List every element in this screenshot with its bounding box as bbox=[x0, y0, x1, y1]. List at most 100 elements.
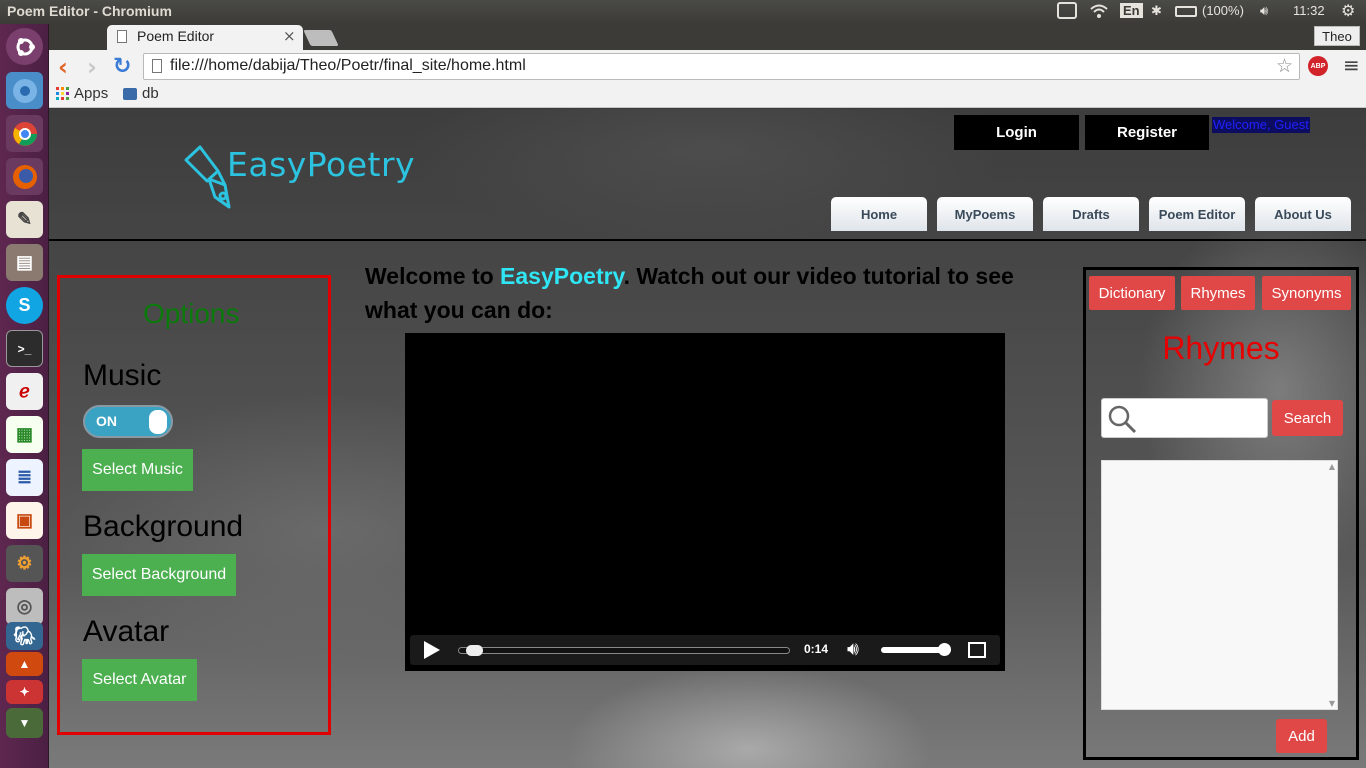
music-heading: Music bbox=[83, 359, 162, 392]
browser-tab-active[interactable]: Poem Editor × bbox=[107, 25, 303, 50]
app-icon-3[interactable]: ▼ bbox=[6, 708, 43, 738]
pen-nib-icon bbox=[184, 145, 231, 209]
reload-icon[interactable]: ↻ bbox=[113, 54, 131, 79]
unity-launcher: ✎ ▤ S >_ ℯ ▦ ≣ ▣ ⚙ ◎ 🐘︎ ▲ ✦ ▼ bbox=[0, 24, 49, 768]
tab-title: Poem Editor bbox=[137, 28, 215, 44]
tutorial-video[interactable]: 0:14 🔊︎ bbox=[405, 333, 1005, 671]
fullscreen-icon[interactable] bbox=[968, 642, 986, 658]
seek-bar[interactable] bbox=[458, 645, 790, 656]
address-bar[interactable]: file:///home/dabija/Theo/Poetr/final_sit… bbox=[143, 53, 1300, 80]
settings-icon[interactable]: ⚙ bbox=[6, 545, 43, 582]
intro-text-before: Welcome to bbox=[365, 263, 501, 289]
terminal-icon[interactable]: >_ bbox=[6, 330, 43, 367]
options-panel: Options Music ON Select Music Background… bbox=[57, 275, 331, 735]
toggle-knob bbox=[149, 410, 167, 434]
welcome-user-link[interactable]: Welcome, Guest bbox=[1212, 117, 1310, 133]
adblock-icon[interactable]: ABP bbox=[1308, 56, 1328, 76]
select-background-button[interactable]: Select Background bbox=[82, 554, 236, 596]
firefox-icon[interactable] bbox=[6, 158, 43, 195]
site-logo[interactable]: EasyPoetry bbox=[183, 141, 415, 216]
impress-icon[interactable]: ▣ bbox=[6, 502, 43, 539]
files-icon[interactable]: ▤ bbox=[6, 244, 43, 281]
search-button[interactable]: Search bbox=[1272, 400, 1343, 436]
db-favicon-icon bbox=[123, 87, 137, 100]
intro-brand: EasyPoetry bbox=[500, 263, 624, 289]
spreadsheet-icon[interactable]: ▦ bbox=[6, 416, 43, 453]
page-icon bbox=[152, 59, 162, 73]
intro-heading: Welcome to EasyPoetry. Watch out our vid… bbox=[365, 259, 1065, 327]
window-title: Poem Editor - Chromium bbox=[7, 3, 172, 19]
writer-icon[interactable]: ≣ bbox=[6, 459, 43, 496]
page-icon bbox=[117, 30, 127, 43]
add-button[interactable]: Add bbox=[1276, 719, 1327, 753]
browser-tabstrip: Poem Editor × Theo bbox=[49, 24, 1366, 50]
options-title: Options bbox=[143, 298, 240, 329]
apps-grid-icon bbox=[56, 87, 69, 100]
battery-percent[interactable]: (100%) bbox=[1202, 3, 1244, 18]
search-icon bbox=[1108, 405, 1137, 434]
bookmark-apps-label: Apps bbox=[74, 85, 109, 102]
video-controls: 0:14 🔊︎ bbox=[410, 635, 1000, 665]
rhyme-results-area[interactable]: ▲ ▼ bbox=[1101, 460, 1338, 710]
video-time: 0:14 bbox=[804, 642, 829, 656]
database-icon[interactable]: ◎ bbox=[6, 588, 43, 625]
tab-close-icon[interactable]: × bbox=[283, 27, 296, 45]
pgadmin-icon[interactable]: 🐘︎ bbox=[6, 622, 43, 650]
tab-poem-editor[interactable]: Poem Editor bbox=[1149, 197, 1245, 231]
keyboard-input-icon[interactable] bbox=[1057, 2, 1077, 19]
bookmarks-bar: Apps db bbox=[49, 82, 1366, 108]
header-divider bbox=[49, 239, 1366, 241]
logo-text: EasyPoetry bbox=[227, 145, 416, 184]
login-button[interactable]: Login bbox=[954, 115, 1079, 150]
volume-indicator-icon[interactable]: 🔊︎ bbox=[1260, 3, 1268, 19]
skype-icon[interactable]: S bbox=[6, 287, 43, 324]
address-url[interactable]: file:///home/dabija/Theo/Poetr/final_sit… bbox=[170, 57, 526, 75]
play-icon[interactable] bbox=[424, 641, 440, 659]
browser-toolbar: ‹ › ↻ file:///home/dabija/Theo/Poetr/fin… bbox=[49, 50, 1366, 82]
app-icon-2[interactable]: ✦ bbox=[6, 680, 43, 704]
bookmark-db-label: db bbox=[142, 85, 159, 102]
bookmark-star-icon[interactable]: ☆ bbox=[1276, 55, 1293, 77]
tab-drafts[interactable]: Drafts bbox=[1043, 197, 1139, 231]
volume-thumb[interactable] bbox=[938, 643, 951, 656]
tab-dictionary[interactable]: Dictionary bbox=[1089, 276, 1175, 310]
bookmark-apps[interactable]: Apps bbox=[56, 85, 108, 102]
chromium-icon[interactable] bbox=[6, 72, 43, 109]
wifi-icon[interactable] bbox=[1089, 3, 1109, 22]
bookmark-db[interactable]: db bbox=[123, 85, 159, 102]
background-heading: Background bbox=[83, 510, 244, 543]
tab-home[interactable]: Home bbox=[831, 197, 927, 231]
back-arrow-icon[interactable]: ‹ bbox=[58, 53, 68, 81]
music-toggle[interactable]: ON bbox=[83, 405, 173, 438]
text-editor-icon[interactable]: ✎ bbox=[6, 201, 43, 238]
tab-about-us[interactable]: About Us bbox=[1255, 197, 1351, 231]
tab-rhymes[interactable]: Rhymes bbox=[1181, 276, 1255, 310]
keyboard-layout[interactable]: En bbox=[1120, 3, 1143, 18]
scroll-up-icon[interactable]: ▲ bbox=[1329, 462, 1335, 471]
register-button[interactable]: Register bbox=[1085, 115, 1209, 150]
toggle-label: ON bbox=[96, 413, 117, 429]
ubuntu-dash-icon[interactable] bbox=[6, 28, 43, 65]
web-page: EasyPoetry Login Register Welcome, Guest… bbox=[49, 109, 1366, 768]
forward-arrow-icon[interactable]: › bbox=[87, 53, 97, 81]
tools-panel: Dictionary Rhymes Synonyms Rhymes Search… bbox=[1083, 267, 1359, 760]
scroll-down-icon[interactable]: ▼ bbox=[1329, 699, 1335, 708]
settings-gear-icon[interactable]: ⚙ bbox=[1341, 1, 1355, 21]
document-viewer-icon[interactable]: ℯ bbox=[6, 373, 43, 410]
tab-mypoems[interactable]: MyPoems bbox=[937, 197, 1033, 231]
bluetooth-icon[interactable]: ✱ bbox=[1151, 3, 1162, 19]
select-music-button[interactable]: Select Music bbox=[82, 449, 193, 491]
chrome-icon[interactable] bbox=[6, 115, 43, 152]
battery-icon[interactable] bbox=[1175, 6, 1197, 17]
avatar-heading: Avatar bbox=[83, 615, 170, 648]
app-icon-1[interactable]: ▲ bbox=[6, 652, 43, 676]
seek-thumb[interactable] bbox=[466, 645, 484, 656]
select-avatar-button[interactable]: Select Avatar bbox=[82, 659, 197, 701]
new-tab-button[interactable] bbox=[303, 30, 339, 46]
clock[interactable]: 11:32 bbox=[1293, 3, 1325, 18]
browser-menu-icon[interactable]: ≡ bbox=[1343, 53, 1360, 77]
volume-icon[interactable]: 🔊︎ bbox=[847, 638, 859, 660]
tab-synonyms[interactable]: Synonyms bbox=[1262, 276, 1351, 310]
profile-button[interactable]: Theo bbox=[1314, 26, 1360, 46]
panel-title: Rhymes bbox=[1162, 330, 1280, 366]
